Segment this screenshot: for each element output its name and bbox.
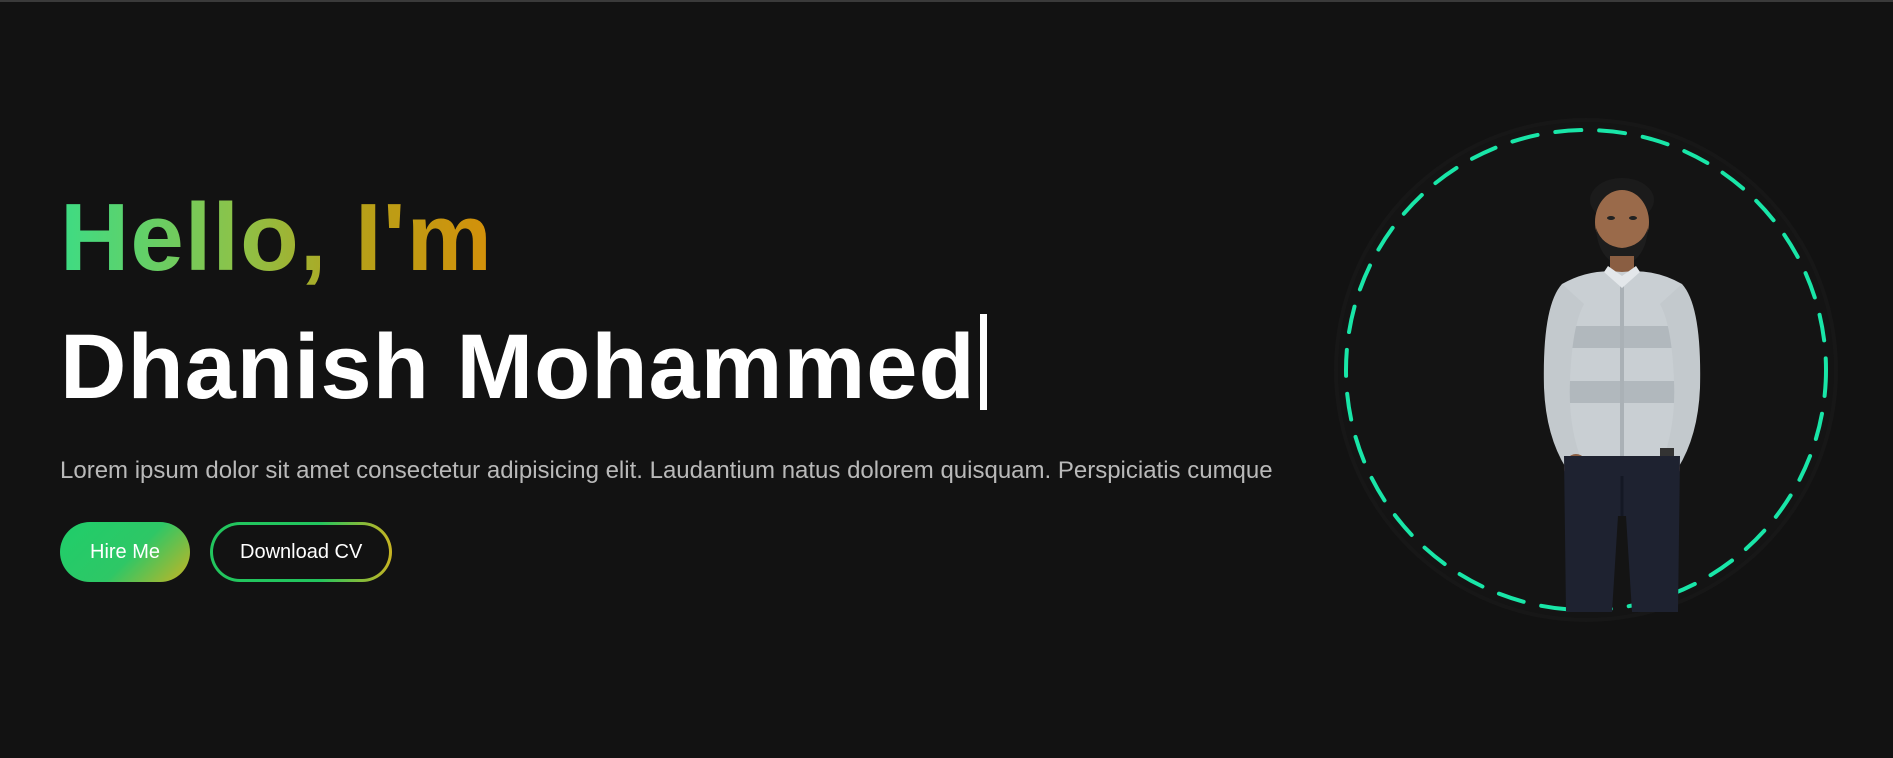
hero-section: Hello, I'm Dhanish Mohammed Lorem ipsum …: [0, 0, 1893, 758]
download-cv-button[interactable]: Download CV: [213, 525, 390, 579]
hero-text: Hello, I'm Dhanish Mohammed Lorem ipsum …: [60, 180, 1360, 582]
hero-buttons: Hire Me Download CV: [60, 522, 1360, 582]
text-cursor-icon: [979, 314, 987, 410]
hire-me-button[interactable]: Hire Me: [60, 522, 191, 582]
hero-description: Lorem ipsum dolor sit amet consectetur a…: [60, 457, 1273, 484]
name-text: Dhanish Mohammed: [60, 316, 976, 418]
avatar: [1338, 122, 1834, 618]
greeting-heading: Hello, I'm: [60, 180, 493, 296]
name-heading: Dhanish Mohammed: [60, 312, 1360, 422]
profile-photo: [1543, 178, 1701, 612]
download-cv-border: Download CV: [210, 522, 393, 582]
